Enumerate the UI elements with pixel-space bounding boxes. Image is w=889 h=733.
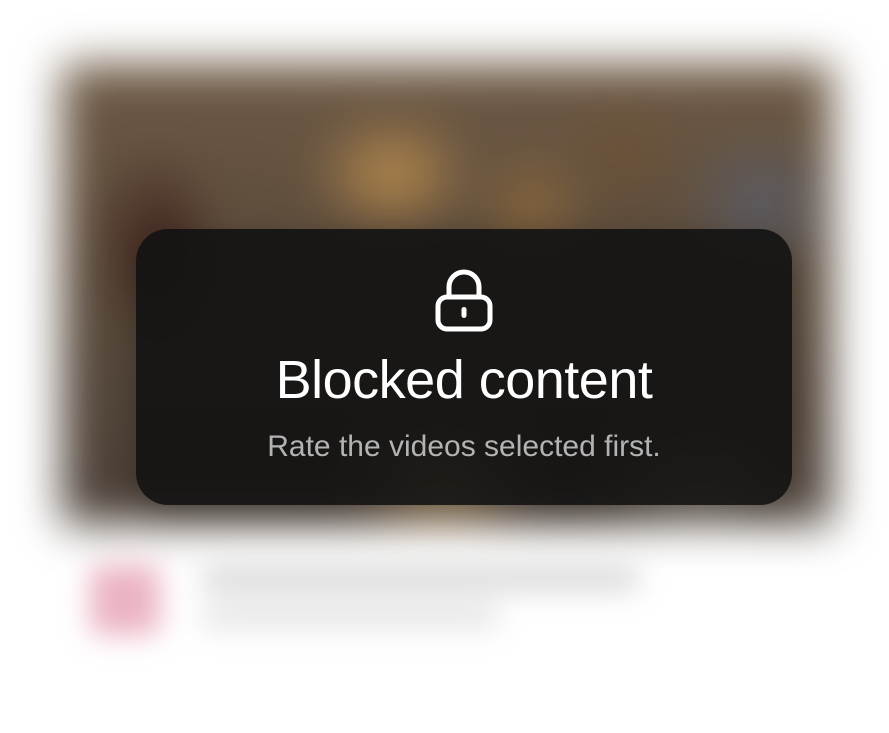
blocked-content-title: Blocked content	[275, 350, 653, 410]
blurred-channel-avatar	[90, 565, 160, 635]
blocked-video-card: Blocked content Rate the videos selected…	[0, 0, 889, 733]
blurred-subtitle-line	[200, 603, 500, 629]
lock-icon	[435, 269, 493, 332]
blocked-content-message: Rate the videos selected first.	[267, 430, 661, 463]
blurred-video-info	[90, 545, 750, 645]
blurred-title-line	[200, 565, 640, 591]
